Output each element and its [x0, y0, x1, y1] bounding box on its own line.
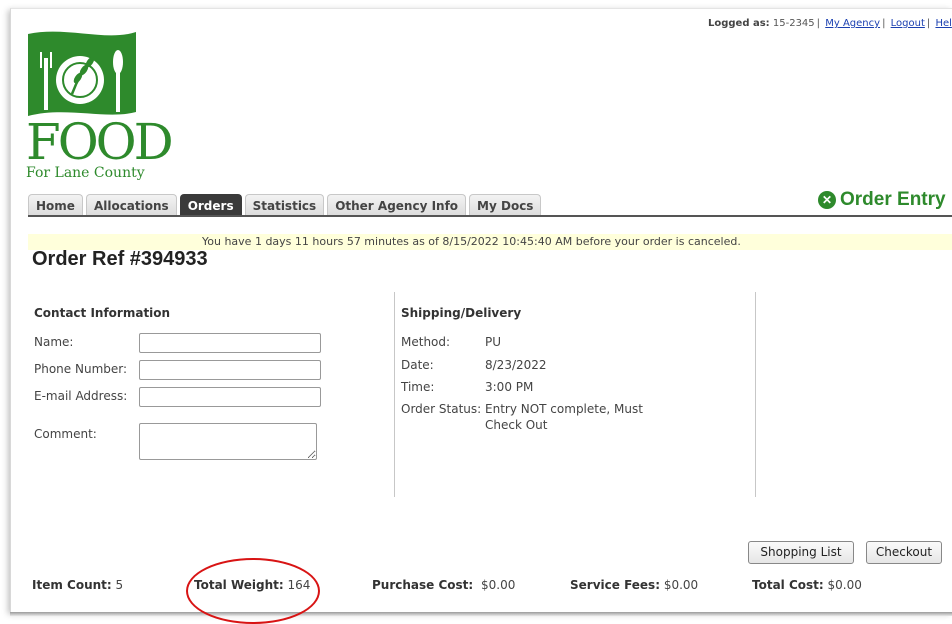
item-count: Item Count: 5: [32, 578, 123, 592]
login-bar: Logged as: 15-2345 | My Agency | Logout | H…: [708, 18, 952, 29]
time-value: 3:00 PM: [485, 380, 534, 394]
order-entry-heading: ✕ Order Entry: [818, 187, 946, 213]
service-fees: Service Fees: $0.00: [570, 578, 698, 592]
method-label: Method:: [401, 335, 451, 349]
method-value: PU: [485, 335, 502, 349]
page-shadow: [10, 612, 952, 616]
phone-input[interactable]: [139, 360, 321, 380]
item-count-value: 5: [115, 578, 124, 592]
comment-label: Comment:: [34, 427, 97, 441]
main-nav: Home Allocations Orders Statistics Other…: [28, 194, 542, 216]
logo-food-text: FOOD: [26, 113, 174, 171]
checkout-button[interactable]: Checkout: [866, 541, 942, 564]
item-count-label: Item Count:: [32, 578, 112, 592]
logged-as-value: 15-2345: [772, 18, 815, 29]
tab-home[interactable]: Home: [28, 194, 83, 216]
phone-label: Phone Number:: [34, 362, 128, 376]
tab-allocations[interactable]: Allocations: [85, 194, 177, 216]
order-status-label: Order Status:: [401, 402, 482, 416]
column-divider-1: [394, 292, 395, 497]
logged-as-label: Logged as:: [708, 18, 770, 29]
nav-divider: [28, 215, 952, 217]
my-agency-link[interactable]: My Agency: [825, 18, 880, 29]
shopping-list-button[interactable]: Shopping List: [748, 541, 854, 564]
order-ref-title: Order Ref #394933: [32, 248, 208, 270]
purchase-cost-value: $0.00: [481, 578, 516, 592]
date-value: 8/23/2022: [485, 358, 547, 372]
total-cost-label: Total Cost:: [752, 578, 824, 592]
logout-link[interactable]: Logout: [891, 18, 925, 29]
name-input[interactable]: [139, 333, 321, 353]
service-fees-value: $0.00: [663, 578, 699, 592]
tab-my-docs[interactable]: My Docs: [469, 194, 542, 216]
close-circle-icon[interactable]: ✕: [818, 191, 836, 209]
date-label: Date:: [401, 358, 434, 372]
purchase-cost: Purchase Cost: $0.00: [372, 578, 515, 592]
tab-other-agency-info[interactable]: Other Agency Info: [327, 194, 467, 216]
order-entry-title: Order Entry: [840, 189, 946, 210]
purchase-cost-label: Purchase Cost:: [372, 578, 474, 592]
column-divider-2: [755, 292, 756, 497]
total-cost-value: $0.00: [827, 578, 862, 592]
total-cost: Total Cost: $0.00: [752, 578, 862, 592]
tab-statistics[interactable]: Statistics: [244, 194, 325, 216]
service-fees-label: Service Fees:: [570, 578, 660, 592]
shipping-title: Shipping/Delivery: [401, 306, 522, 320]
email-input[interactable]: [139, 387, 321, 407]
email-label: E-mail Address:: [34, 389, 128, 403]
order-status-value-line2: Check Out: [485, 418, 548, 432]
comment-textarea[interactable]: [139, 423, 317, 460]
time-label: Time:: [401, 380, 435, 394]
logo-subtitle: For Lane County: [26, 165, 145, 181]
order-status-value-line1: Entry NOT complete, Must: [485, 402, 643, 416]
contact-info-title: Contact Information: [34, 306, 171, 320]
highlight-ellipse: [186, 558, 320, 624]
tab-orders[interactable]: Orders: [179, 194, 242, 216]
help-link[interactable]: Hel: [935, 18, 951, 29]
name-label: Name:: [34, 335, 74, 349]
